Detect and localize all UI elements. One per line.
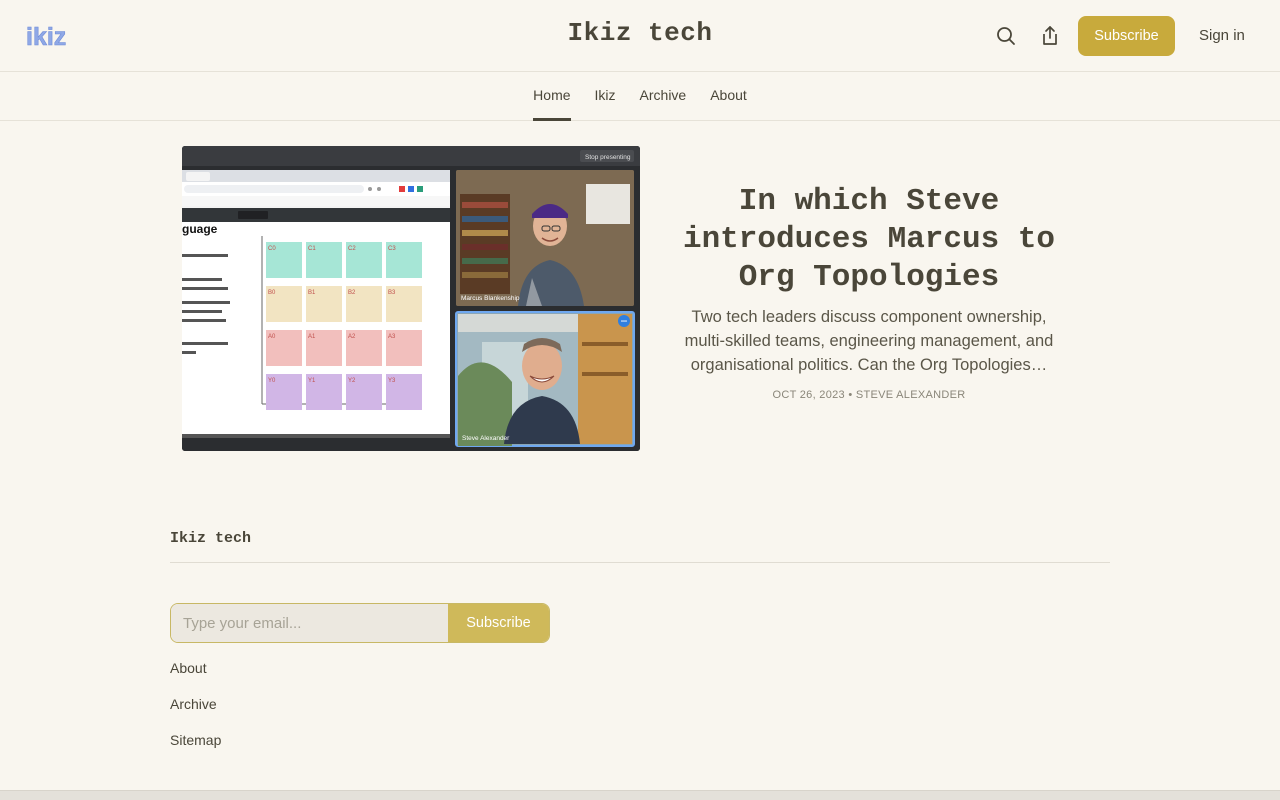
grid-cell-label: A1 xyxy=(308,334,316,340)
post-description: Two tech leaders discuss component owner… xyxy=(684,308,1054,374)
grid-cell-label: C1 xyxy=(308,246,316,252)
nav-ikiz[interactable]: Ikiz xyxy=(595,87,616,121)
share-button[interactable] xyxy=(1038,24,1062,48)
grid-cell-label: B1 xyxy=(308,290,316,296)
grid-cell-label: Y3 xyxy=(388,378,396,384)
grid-cell-label: Y1 xyxy=(308,378,316,384)
sign-in-link[interactable]: Sign in xyxy=(1199,27,1245,44)
grid-cell-label: B0 xyxy=(268,290,276,296)
share-icon xyxy=(1043,26,1057,45)
grid-cell-label: Y0 xyxy=(268,378,276,384)
grid-cell-label: C2 xyxy=(348,246,356,252)
grid-cell-label: B3 xyxy=(388,290,396,296)
nav-about[interactable]: About xyxy=(710,87,747,121)
stop-presenting-label: Stop presenting xyxy=(585,154,631,161)
post-title[interactable]: In which Steve introduces Marcus to Org … xyxy=(672,183,1066,297)
footer-divider xyxy=(170,562,1110,563)
footer-link-archive[interactable]: Archive xyxy=(170,696,217,712)
search-icon xyxy=(997,27,1015,45)
email-subscribe-form: Subscribe xyxy=(170,603,550,643)
footer-link-about[interactable]: About xyxy=(170,660,207,676)
grid-cell-label: B2 xyxy=(348,290,356,296)
grid-cell-label: A2 xyxy=(348,334,356,340)
bottom-bar xyxy=(0,790,1280,800)
post-author[interactable]: STEVE ALEXANDER xyxy=(856,389,966,401)
grid-cell-label: A3 xyxy=(388,334,396,340)
grid-cell-label: Y2 xyxy=(348,378,356,384)
post-meta: OCT 26, 2023 • STEVE ALEXANDER xyxy=(672,389,1066,401)
site-title[interactable]: Ikiz tech xyxy=(568,18,713,48)
slide-heading: guage xyxy=(182,222,218,236)
grid-cell-label: C3 xyxy=(388,246,396,252)
post-thumbnail[interactable]: Stop presenting guage C0 C1 C2 C3 B0 B1 B2 B3 A0… xyxy=(182,146,640,451)
nav-home[interactable]: Home xyxy=(533,87,571,121)
logo[interactable]: ikiz xyxy=(26,19,67,52)
nav-archive[interactable]: Archive xyxy=(640,87,687,121)
section-nav: Home Ikiz Archive About xyxy=(0,72,1280,121)
footer-subscribe-button[interactable]: Subscribe xyxy=(448,604,549,642)
top-header: ikiz Ikiz tech Subscribe Sign in xyxy=(0,0,1280,72)
post-date: OCT 26, 2023 xyxy=(772,389,845,401)
footer-link-sitemap[interactable]: Sitemap xyxy=(170,732,221,748)
participant-1-name: Marcus Blankenship xyxy=(461,295,520,302)
logo-text: ikiz xyxy=(26,23,66,51)
subscribe-button[interactable]: Subscribe xyxy=(1078,16,1175,56)
email-input[interactable] xyxy=(171,604,448,642)
meta-separator: • xyxy=(848,389,853,401)
grid-cell-label: A0 xyxy=(268,334,276,340)
footer-title[interactable]: Ikiz tech xyxy=(170,530,251,547)
participant-2-name: Steve Alexander xyxy=(462,435,510,442)
grid-cell-label: C0 xyxy=(268,246,276,252)
video-call-screenshot: Stop presenting guage C0 C1 C2 C3 B0 B1 B2 B3 A0… xyxy=(182,146,640,451)
search-button[interactable] xyxy=(994,24,1018,48)
